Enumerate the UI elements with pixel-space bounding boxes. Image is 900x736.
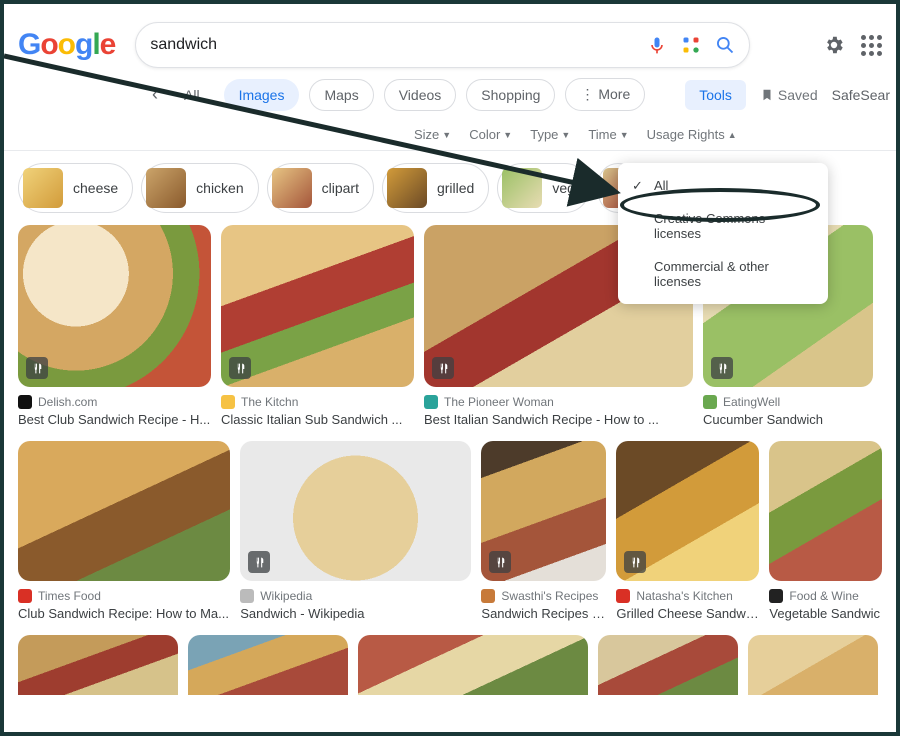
result-source: EatingWell bbox=[723, 395, 780, 409]
usage-rights-dropdown: All Creative Commons licenses Commercial… bbox=[618, 163, 828, 304]
chip-chicken[interactable]: chicken bbox=[141, 163, 258, 213]
search-input[interactable] bbox=[150, 36, 647, 54]
result-card[interactable]: The Kitchn Classic Italian Sub Sandwich … bbox=[221, 225, 414, 427]
usage-commercial[interactable]: Commercial & other licenses bbox=[618, 250, 828, 298]
filter-type[interactable]: Type ▼ bbox=[530, 127, 570, 142]
usage-all[interactable]: All bbox=[618, 169, 828, 202]
bookmark-icon bbox=[760, 88, 774, 102]
result-source: Delish.com bbox=[38, 395, 97, 409]
result-card[interactable]: Wikipedia Sandwich - Wikipedia bbox=[240, 441, 471, 621]
result-title: Classic Italian Sub Sandwich ... bbox=[221, 412, 414, 427]
result-title: Best Italian Sandwich Recipe - How to ..… bbox=[424, 412, 693, 427]
results-row-2: Times Food Club Sandwich Recipe: How to … bbox=[4, 427, 896, 621]
result-title: Cucumber Sandwich bbox=[703, 412, 873, 427]
favicon bbox=[481, 589, 495, 603]
result-source: The Pioneer Woman bbox=[444, 395, 554, 409]
filter-time[interactable]: Time ▼ bbox=[588, 127, 628, 142]
result-title: Grilled Cheese Sandwi... bbox=[616, 606, 759, 621]
result-card[interactable] bbox=[598, 635, 738, 695]
saved-link[interactable]: Saved bbox=[760, 87, 818, 103]
search-icon[interactable] bbox=[715, 35, 735, 55]
filter-usage-rights[interactable]: Usage Rights ▲ bbox=[647, 127, 737, 142]
result-title: Sandwich Recipes - ... bbox=[481, 606, 606, 621]
chip-veg[interactable]: veg bbox=[497, 163, 590, 213]
lens-icon[interactable] bbox=[681, 35, 701, 55]
favicon bbox=[18, 395, 32, 409]
result-card[interactable] bbox=[188, 635, 348, 695]
result-card[interactable]: Swasthi's Recipes Sandwich Recipes - ... bbox=[481, 441, 606, 621]
search-bar[interactable] bbox=[135, 22, 750, 68]
result-card[interactable]: Natasha's Kitchen Grilled Cheese Sandwi.… bbox=[616, 441, 759, 621]
tab-maps[interactable]: Maps bbox=[309, 79, 373, 111]
results-row-3 bbox=[4, 621, 896, 695]
favicon bbox=[424, 395, 438, 409]
apps-icon[interactable] bbox=[861, 35, 882, 56]
tab-more[interactable]: ⋮ More bbox=[565, 78, 645, 111]
favicon bbox=[703, 395, 717, 409]
result-title: Club Sandwich Recipe: How to Ma... bbox=[18, 606, 230, 621]
result-card[interactable] bbox=[358, 635, 588, 695]
result-source: Swasthi's Recipes bbox=[501, 589, 598, 603]
image-filters: Size ▼ Color ▼ Type ▼ Time ▼ Usage Right… bbox=[4, 121, 896, 151]
recipe-badge-icon bbox=[624, 551, 646, 573]
result-card[interactable]: Delish.com Best Club Sandwich Recipe - H… bbox=[18, 225, 211, 427]
recipe-badge-icon bbox=[432, 357, 454, 379]
chip-grilled[interactable]: grilled bbox=[382, 163, 489, 213]
tab-all[interactable]: All bbox=[170, 80, 214, 110]
result-source: Natasha's Kitchen bbox=[636, 589, 732, 603]
result-card[interactable]: Times Food Club Sandwich Recipe: How to … bbox=[18, 441, 230, 621]
mic-icon[interactable] bbox=[647, 35, 667, 55]
tools-button[interactable]: Tools bbox=[685, 80, 746, 110]
filter-color[interactable]: Color ▼ bbox=[469, 127, 512, 142]
result-source: Times Food bbox=[38, 589, 101, 603]
search-tabs: ‹ All Images Maps Videos Shopping ⋮ More… bbox=[4, 78, 896, 121]
result-source: Wikipedia bbox=[260, 589, 312, 603]
result-title: Sandwich - Wikipedia bbox=[240, 606, 471, 621]
chip-clipart[interactable]: clipart bbox=[267, 163, 374, 213]
recipe-badge-icon bbox=[26, 357, 48, 379]
result-card[interactable] bbox=[748, 635, 878, 695]
gear-icon[interactable] bbox=[823, 34, 845, 56]
result-source: Food & Wine bbox=[789, 589, 858, 603]
chevron-left-icon[interactable]: ‹ bbox=[152, 84, 158, 105]
header: Google bbox=[4, 4, 896, 78]
chip-cheese[interactable]: cheese bbox=[18, 163, 133, 213]
favicon bbox=[616, 589, 630, 603]
result-card[interactable] bbox=[18, 635, 178, 695]
favicon bbox=[240, 589, 254, 603]
result-title: Vegetable Sandwic bbox=[769, 606, 882, 621]
safesearch-link[interactable]: SafeSear bbox=[832, 87, 890, 103]
recipe-badge-icon bbox=[489, 551, 511, 573]
recipe-badge-icon bbox=[711, 357, 733, 379]
tab-videos[interactable]: Videos bbox=[384, 79, 457, 111]
result-title: Best Club Sandwich Recipe - H... bbox=[18, 412, 211, 427]
tab-images[interactable]: Images bbox=[224, 79, 300, 111]
usage-creative-commons[interactable]: Creative Commons licenses bbox=[618, 202, 828, 250]
favicon bbox=[221, 395, 235, 409]
google-logo[interactable]: Google bbox=[18, 28, 115, 62]
result-card[interactable]: Food & Wine Vegetable Sandwic bbox=[769, 441, 882, 621]
recipe-badge-icon bbox=[229, 357, 251, 379]
result-source: The Kitchn bbox=[241, 395, 298, 409]
favicon bbox=[769, 589, 783, 603]
filter-size[interactable]: Size ▼ bbox=[414, 127, 451, 142]
tab-shopping[interactable]: Shopping bbox=[466, 79, 555, 111]
recipe-badge-icon bbox=[248, 551, 270, 573]
favicon bbox=[18, 589, 32, 603]
